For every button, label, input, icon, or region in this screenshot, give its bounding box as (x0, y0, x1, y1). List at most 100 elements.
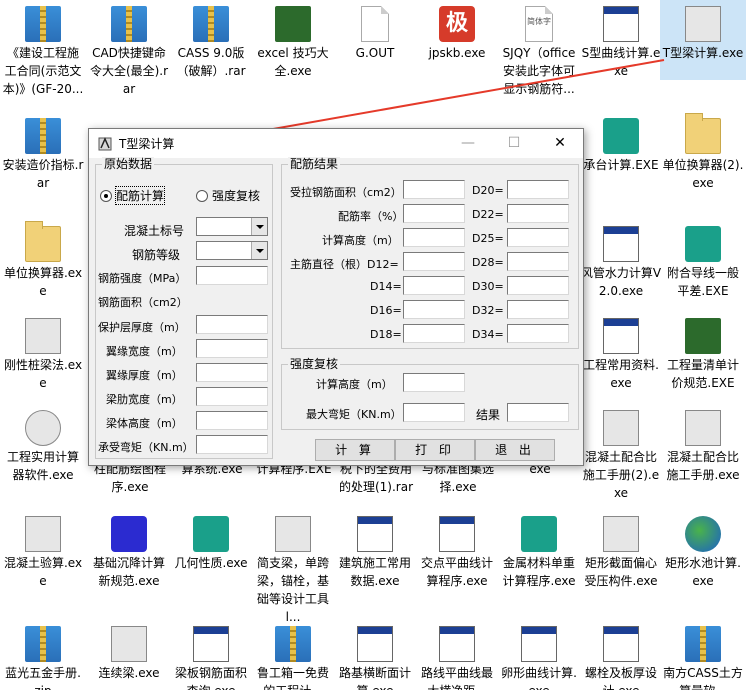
desktop-icon[interactable]: 连续梁.exe (86, 620, 172, 682)
desktop-icon[interactable]: G.OUT (332, 0, 418, 62)
desktop-icon[interactable]: CAD快捷键命令大全(最全).rar (86, 0, 172, 98)
desktop-icon[interactable]: 工程常用资料.exe (578, 312, 664, 392)
desktop-icon[interactable]: 基础沉降计算新规范.exe (86, 510, 172, 590)
desktop-icon[interactable]: 金属材料单重计算程序.exe (496, 510, 582, 590)
desktop-icon[interactable]: 鲁工箱一免费的工程计... (250, 620, 336, 690)
web-width-input[interactable] (196, 387, 268, 406)
cube-icon (603, 118, 639, 154)
d28-output[interactable] (507, 252, 569, 271)
d14-label: D14= (370, 280, 402, 293)
reinforcement-ratio-output[interactable] (403, 204, 465, 223)
desktop-icon[interactable]: 交点平曲线计算程序.exe (414, 510, 500, 590)
desktop-icon[interactable]: 路基横断面计算.exe (332, 620, 418, 690)
max-moment-output[interactable] (403, 403, 465, 422)
radio-dot-selected (100, 189, 112, 202)
d30-label: D30= (472, 280, 504, 293)
app-window-icon (603, 626, 639, 662)
minimize-button[interactable]: — (445, 129, 491, 158)
chevron-down-icon[interactable] (251, 242, 267, 259)
d12-output[interactable] (403, 252, 465, 271)
main-rebar-d12-label: 主筋直径（根）D12= (290, 258, 399, 271)
desktop-icon-selected[interactable]: T型梁计算.exe (660, 0, 746, 80)
desktop-icon[interactable]: 工程实用计算器软件.exe (0, 404, 86, 484)
strength-check-radio[interactable]: 强度复核 (196, 187, 260, 204)
column-icon (603, 516, 639, 552)
check-calc-height-output[interactable] (403, 373, 465, 392)
desktop-icon[interactable]: 工程量清单计价规范.EXE (660, 312, 746, 392)
beam-height-input[interactable] (196, 411, 268, 430)
d25-output[interactable] (507, 228, 569, 247)
desktop-icon[interactable]: 《建设工程施工合同(示范文本)》(GF-20... (0, 0, 86, 98)
file-icon (361, 6, 389, 42)
desktop-icon[interactable]: 单位换算器.exe (0, 220, 86, 300)
desktop-icon[interactable]: 安装造价指标.rar (0, 112, 86, 192)
desktop-icon[interactable]: 混凝土配合比施工手册.exe (660, 404, 746, 484)
zip-icon (111, 6, 147, 42)
desktop-icon[interactable]: 几何性质.exe (168, 510, 254, 572)
desktop-icon[interactable]: 南方CASS土方算量软... (660, 620, 746, 690)
tension-rebar-area-label: 受拉钢筋面积（cm2） (290, 186, 402, 199)
desktop-icon[interactable]: 卵形曲线计算.exe (496, 620, 582, 690)
d18-output[interactable] (403, 324, 465, 343)
desktop-icon[interactable]: 梁板钢筋面积查询.exe (168, 620, 254, 690)
d20-output[interactable] (507, 180, 569, 199)
rebar-grade-select[interactable] (196, 241, 268, 260)
desktop-icon[interactable]: excel 技巧大全.exe (250, 0, 336, 80)
print-button[interactable]: 打 印 (395, 439, 475, 461)
desktop-icon[interactable]: 建筑施工常用数据.exe (332, 510, 418, 590)
title-bar[interactable]: T型梁计算 — ☐ ✕ (89, 129, 583, 158)
diamond-icon (25, 318, 61, 354)
folder-icon (25, 221, 61, 262)
chevron-down-icon[interactable] (251, 218, 267, 235)
flange-thickness-input[interactable] (196, 363, 268, 382)
d14-output[interactable] (403, 276, 465, 295)
calc-height-output[interactable] (403, 228, 465, 247)
d30-output[interactable] (507, 276, 569, 295)
flange-width-label: 翼缘宽度（m） (106, 345, 183, 358)
bridge-icon (111, 626, 147, 662)
desktop-icon[interactable]: 螺栓及板厚设计.exe (578, 620, 664, 690)
desktop-icon[interactable]: 路线平曲线最大横净距... (414, 620, 500, 690)
desktop-icon[interactable]: S型曲线计算.exe (578, 0, 664, 80)
desktop-icon[interactable]: CASS 9.0版（破解）.rar (168, 0, 254, 80)
d22-label: D22= (472, 208, 504, 221)
strength-check-group: 强度复核 计算高度（m） 最大弯矩（KN.m） 结果 (281, 357, 579, 430)
maximize-button[interactable]: ☐ (491, 129, 537, 158)
desktop-icon[interactable]: 矩形截面偏心受压构件.exe (578, 510, 664, 590)
desktop-icon[interactable]: 混凝土验算.exe (0, 510, 86, 590)
tbeam-dialog[interactable]: T型梁计算 — ☐ ✕ 原始数据 配筋计算 强度复核 混凝土标号 钢筋等级 钢筋… (88, 128, 584, 466)
d22-output[interactable] (507, 204, 569, 223)
cover-thickness-input[interactable] (196, 315, 268, 334)
d32-output[interactable] (507, 300, 569, 319)
exit-button[interactable]: 退 出 (475, 439, 555, 461)
desktop-icon[interactable]: 承台计算.EXE (578, 112, 664, 174)
close-button[interactable]: ✕ (537, 129, 583, 158)
d34-output[interactable] (507, 324, 569, 343)
folder-icon (685, 113, 721, 154)
desktop-icon[interactable]: 矩形水池计算.exe (660, 510, 746, 590)
flange-width-input[interactable] (196, 339, 268, 358)
bending-moment-input[interactable] (196, 435, 268, 454)
d16-output[interactable] (403, 300, 465, 319)
tension-rebar-area-output[interactable] (403, 180, 465, 199)
rebar-grade-label: 钢筋等级 (132, 248, 181, 262)
rebar-strength-input[interactable] (196, 266, 268, 285)
desktop-icon[interactable]: 附合导线一般平差.EXE (660, 220, 746, 300)
bicycle-icon (25, 516, 61, 552)
desktop-icon[interactable]: 极 jpskb.exe (414, 0, 500, 62)
d16-label: D16= (370, 304, 402, 317)
desktop-icon[interactable]: 蓝光五金手册.zip (0, 620, 86, 690)
desktop-icon[interactable]: 刚性桩梁法.exe (0, 312, 86, 392)
book-icon (275, 6, 311, 42)
result-output[interactable] (507, 403, 569, 422)
desktop-icon[interactable]: 单位换算器(2).exe (660, 112, 746, 192)
desktop-icon[interactable]: 混凝土配合比施工手册(2).exe (578, 404, 664, 502)
d34-label: D34= (472, 328, 504, 341)
design-tool-icon (275, 516, 311, 552)
desktop-icon[interactable]: 风管水力计算V2.0.exe (578, 220, 664, 300)
calculate-button[interactable]: 计 算 (315, 439, 395, 461)
reinforcement-calc-radio[interactable]: 配筋计算 (100, 186, 166, 205)
concrete-grade-select[interactable] (196, 217, 268, 236)
desktop-icon[interactable]: 简支梁，单跨梁，锚栓，基础等设计工具l... (250, 510, 336, 626)
desktop-icon[interactable]: 简体字 SJQY（office安装此字体可显示钢筋符... (496, 0, 582, 98)
